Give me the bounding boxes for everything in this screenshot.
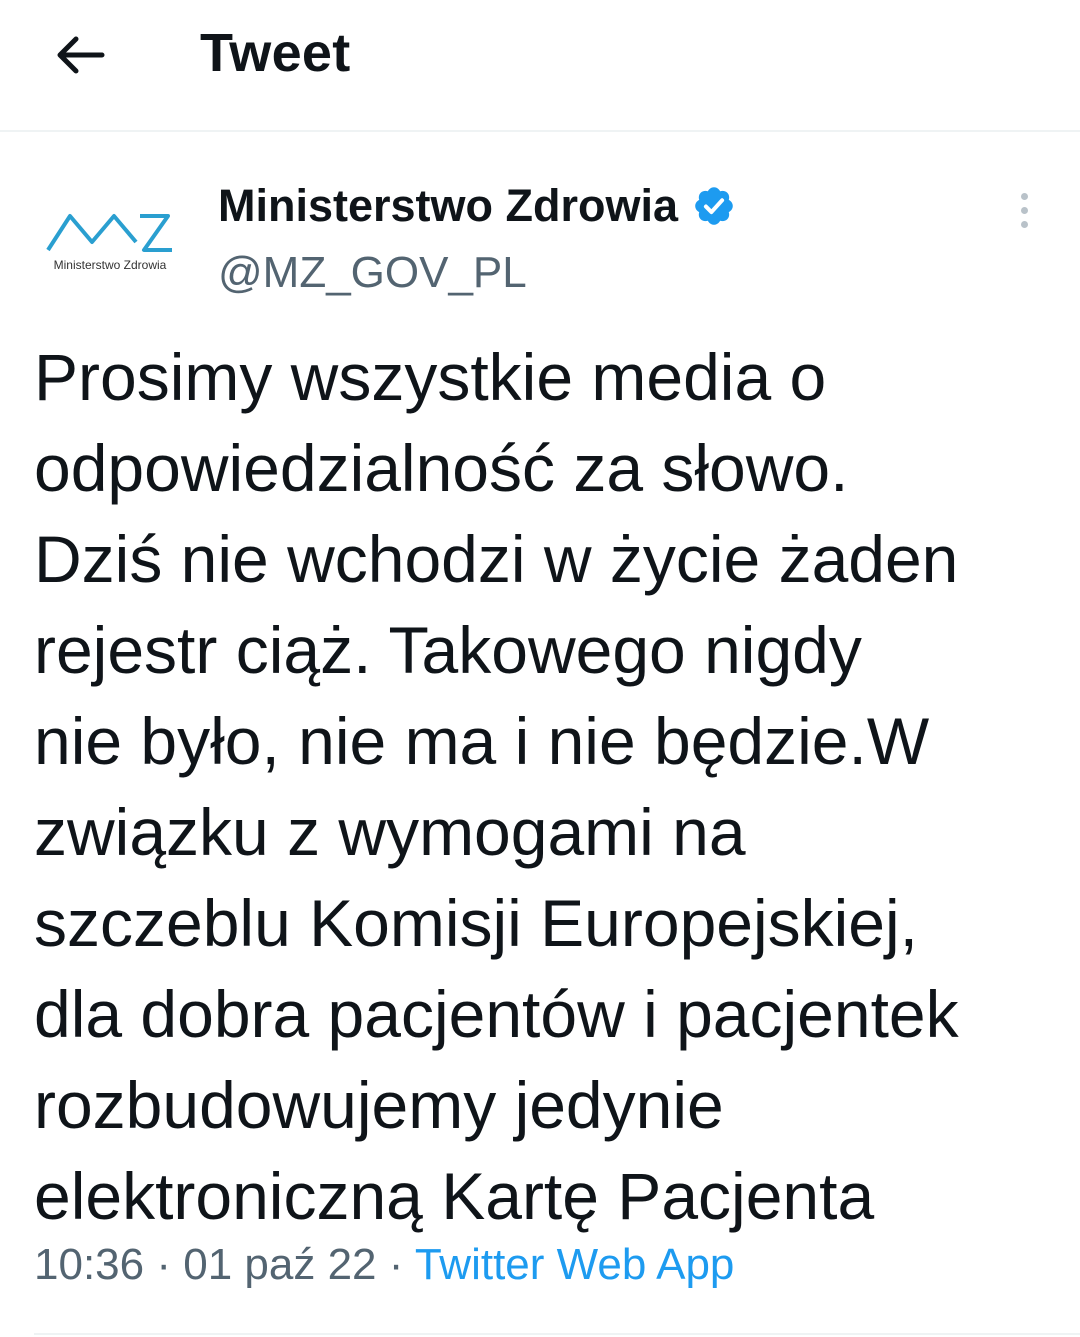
top-bar: Tweet [0,0,1080,132]
divider [34,1333,1080,1335]
more-options-button[interactable] [1002,185,1046,235]
tweet-metadata: 10:36 · 01 paź 22 · Twitter Web App [34,1240,734,1290]
account-handle[interactable]: @MZ_GOV_PL [218,248,527,298]
tweet-line: elektroniczną Kartę Pacjenta [34,1159,875,1233]
tweet-source-link[interactable]: Twitter Web App [415,1240,735,1289]
arrow-left-icon [57,36,105,74]
mz-logo-icon [46,214,172,252]
tweet-line: odpowiedzialność za słowo. [34,431,849,505]
back-button[interactable] [50,25,110,85]
dot [1020,192,1028,200]
tweet-line: dla dobra pacjentów i pacjentek [34,977,959,1051]
account-name[interactable]: Ministerstwo Zdrowia [218,180,678,232]
tweet-time[interactable]: 10:36 [34,1240,144,1289]
tweet-text: Prosimy wszystkie media o odpowiedzialno… [34,332,1054,1242]
tweet-line: szczeblu Komisji Europejskiej, [34,886,919,960]
separator: · [156,1240,171,1289]
tweet-line: nie było, nie ma i nie będzie.W [34,704,930,778]
avatar-logo-text: Ministerstwo Zdrowia [53,258,167,272]
avatar[interactable]: Ministerstwo Zdrowia [40,198,180,283]
verified-badge-icon [695,187,733,225]
tweet-line: związku z wymogami na [34,795,746,869]
tweet-line: Dziś nie wchodzi w życie żaden [34,522,959,596]
page-title: Tweet [200,23,351,83]
tweet-line: rozbudowujemy jedynie [34,1068,724,1142]
separator: · [388,1240,404,1289]
tweet-date[interactable]: 01 paź 22 [183,1240,376,1289]
dot [1020,206,1028,214]
tweet-line: Prosimy wszystkie media o [34,340,827,414]
account-name-row: Ministerstwo Zdrowia [218,180,736,232]
dot [1020,220,1028,228]
tweet-line: rejestr ciąż. Takowego nigdy [34,613,862,687]
